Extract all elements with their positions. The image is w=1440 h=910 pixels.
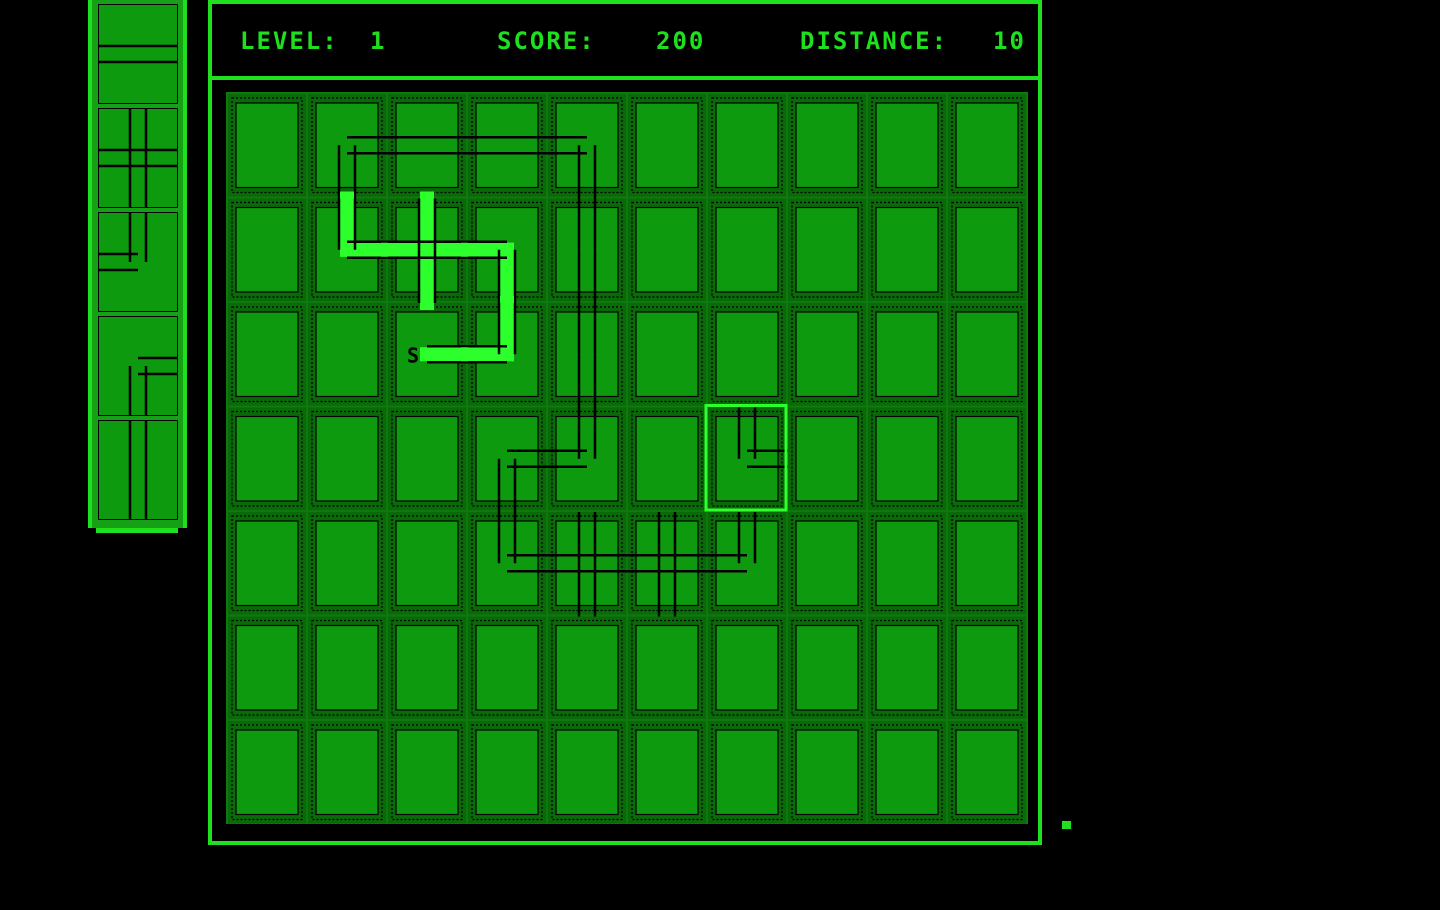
board-cell[interactable] <box>548 303 626 406</box>
board-cell[interactable] <box>948 721 1026 824</box>
board-cell[interactable] <box>948 303 1026 406</box>
board-cell[interactable] <box>548 721 626 824</box>
board-cell[interactable] <box>548 94 626 197</box>
queue-piece-graphic <box>98 4 178 104</box>
game-board[interactable]: S <box>226 92 1028 824</box>
board-cell[interactable] <box>308 303 386 406</box>
queue-piece-vertical <box>98 420 178 520</box>
board-cell[interactable] <box>228 407 306 511</box>
distance-label: DISTANCE: <box>800 27 949 55</box>
board-cell[interactable] <box>388 407 466 511</box>
board-cell[interactable] <box>868 407 946 511</box>
board-cell[interactable] <box>868 512 946 615</box>
board-cell[interactable] <box>628 616 706 720</box>
board-cell[interactable] <box>228 94 306 197</box>
status-bar: LEVEL: 1 SCORE: 200 DISTANCE: 10 <box>212 4 1038 80</box>
board-cell[interactable] <box>788 721 866 824</box>
board-cell[interactable] <box>308 407 386 511</box>
start-marker: S <box>407 343 419 367</box>
board-cell[interactable] <box>948 407 1026 511</box>
board-cell[interactable] <box>228 721 306 824</box>
board-cell[interactable] <box>788 94 866 197</box>
board-cell[interactable] <box>308 94 386 197</box>
board-cell[interactable] <box>548 512 626 615</box>
board-cell[interactable] <box>228 616 306 720</box>
board-cell[interactable] <box>708 721 786 824</box>
board-cell[interactable] <box>708 303 786 406</box>
board-cell[interactable] <box>468 616 546 720</box>
board-cell[interactable] <box>948 198 1026 302</box>
board-cell[interactable] <box>868 721 946 824</box>
board-cell[interactable] <box>868 303 946 406</box>
board-cell[interactable] <box>388 94 466 197</box>
board-cell[interactable] <box>308 616 386 720</box>
distance-value: 10 <box>993 27 1026 55</box>
board-cell[interactable] <box>948 512 1026 615</box>
board-cell[interactable] <box>708 198 786 302</box>
board-cell[interactable] <box>628 721 706 824</box>
board-cell[interactable] <box>868 616 946 720</box>
board-cell[interactable] <box>308 512 386 615</box>
board-cell[interactable] <box>788 616 866 720</box>
board-cell[interactable] <box>628 303 706 406</box>
pipe-queue <box>88 0 187 528</box>
board-cell[interactable] <box>708 616 786 720</box>
score-label: SCORE: <box>497 27 596 55</box>
board-cell[interactable] <box>228 198 306 302</box>
board-cell[interactable] <box>868 94 946 197</box>
board-cell[interactable] <box>388 721 466 824</box>
board-cell[interactable] <box>628 407 706 511</box>
board-cell[interactable] <box>308 721 386 824</box>
board-cell[interactable] <box>228 512 306 615</box>
queue-divider <box>96 528 178 533</box>
board-cell[interactable] <box>468 94 546 197</box>
queue-piece-corner-se <box>98 316 178 416</box>
board-cell[interactable] <box>628 94 706 197</box>
board-cell[interactable] <box>468 512 546 615</box>
board-cell[interactable] <box>948 616 1026 720</box>
board-cell[interactable] <box>388 512 466 615</box>
board-cell[interactable] <box>468 407 546 511</box>
queue-piece-horizontal <box>98 4 178 104</box>
board-cell[interactable] <box>228 303 306 406</box>
board-cell[interactable] <box>628 512 706 615</box>
queue-piece-graphic <box>98 212 178 312</box>
queue-piece-graphic <box>98 316 178 416</box>
board-cell[interactable] <box>708 407 786 511</box>
board-cell[interactable] <box>868 198 946 302</box>
board-cell[interactable] <box>788 512 866 615</box>
queue-piece-corner-nw <box>98 212 178 312</box>
board-cell[interactable] <box>548 616 626 720</box>
mouse-pointer-dot <box>1062 821 1071 829</box>
board-cell[interactable] <box>468 721 546 824</box>
board-cell[interactable] <box>788 303 866 406</box>
board-cell[interactable] <box>948 94 1026 197</box>
score-value: 200 <box>656 27 706 55</box>
board-cell[interactable] <box>388 616 466 720</box>
queue-piece-cross <box>98 108 178 208</box>
board-cell[interactable] <box>708 512 786 615</box>
level-label: LEVEL: <box>240 27 339 55</box>
board-cell[interactable] <box>628 198 706 302</box>
board-cell[interactable] <box>788 407 866 511</box>
board-cell[interactable] <box>548 407 626 511</box>
board-cell[interactable] <box>548 198 626 302</box>
queue-piece-graphic <box>98 108 178 208</box>
queue-piece-graphic <box>98 420 178 520</box>
board-cell[interactable] <box>708 94 786 197</box>
board-cell[interactable] <box>788 198 866 302</box>
board-grid[interactable]: S <box>226 92 1028 824</box>
level-value: 1 <box>370 27 387 55</box>
